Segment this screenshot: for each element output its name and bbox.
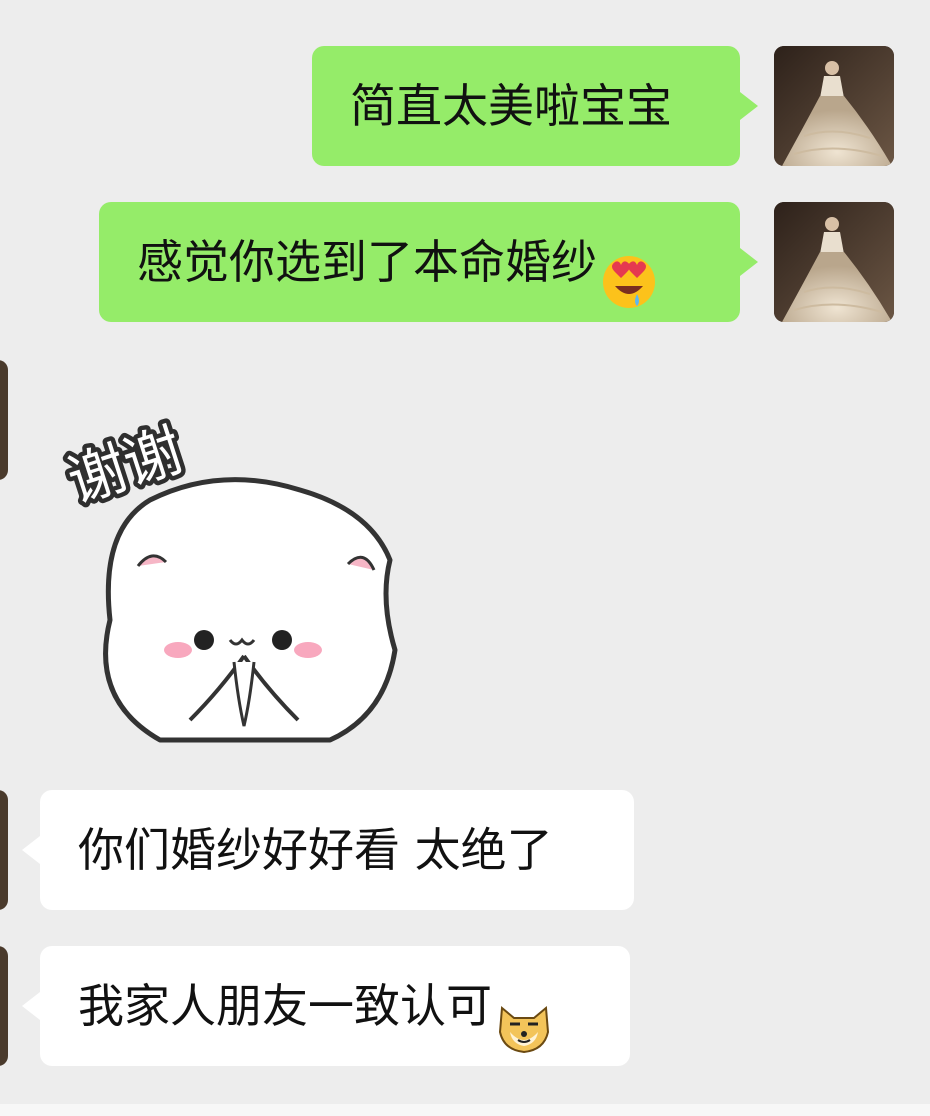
avatar[interactable] [0, 790, 8, 910]
message-row-sent: 简直太美啦宝宝 [0, 0, 930, 180]
bubble-tail [22, 992, 40, 1020]
message-row-received: 你们婚纱好好看 太绝了 [0, 780, 930, 930]
bottom-edge [0, 1104, 930, 1116]
wedding-dress-avatar-image [774, 202, 894, 322]
heart-eyes-drool-emoji [601, 234, 657, 308]
message-bubble[interactable]: 你们婚纱好好看 太绝了 [40, 790, 634, 910]
wedding-dress-avatar-image [774, 46, 894, 166]
avatar[interactable] [774, 202, 894, 322]
avatar[interactable] [0, 360, 8, 480]
message-row-received: 我家人朋友一致认可 [0, 940, 930, 1090]
bubble-tail [740, 248, 758, 276]
message-text: 我家人朋友一致认可 [78, 979, 492, 1033]
message-text: 感觉你选到了本命婚纱 [137, 235, 597, 289]
avatar[interactable] [0, 946, 8, 1066]
doge-emoji [496, 978, 552, 1053]
avatar[interactable] [774, 46, 894, 166]
bubble-tail [22, 836, 40, 864]
hamster-thanks-sticker[interactable]: 谢谢 谢谢 [50, 370, 410, 750]
message-bubble[interactable]: 简直太美啦宝宝 [312, 46, 740, 166]
message-text: 简直太美啦宝宝 [350, 79, 672, 133]
message-bubble[interactable]: 我家人朋友一致认可 [40, 946, 630, 1066]
message-bubble[interactable]: 感觉你选到了本命婚纱 [99, 202, 740, 322]
message-text: 你们婚纱好好看 太绝了 [78, 823, 553, 877]
bubble-tail [740, 92, 758, 120]
message-row-sent: 感觉你选到了本命婚纱 [0, 190, 930, 340]
message-row-received: 谢谢 谢谢 [0, 350, 930, 770]
